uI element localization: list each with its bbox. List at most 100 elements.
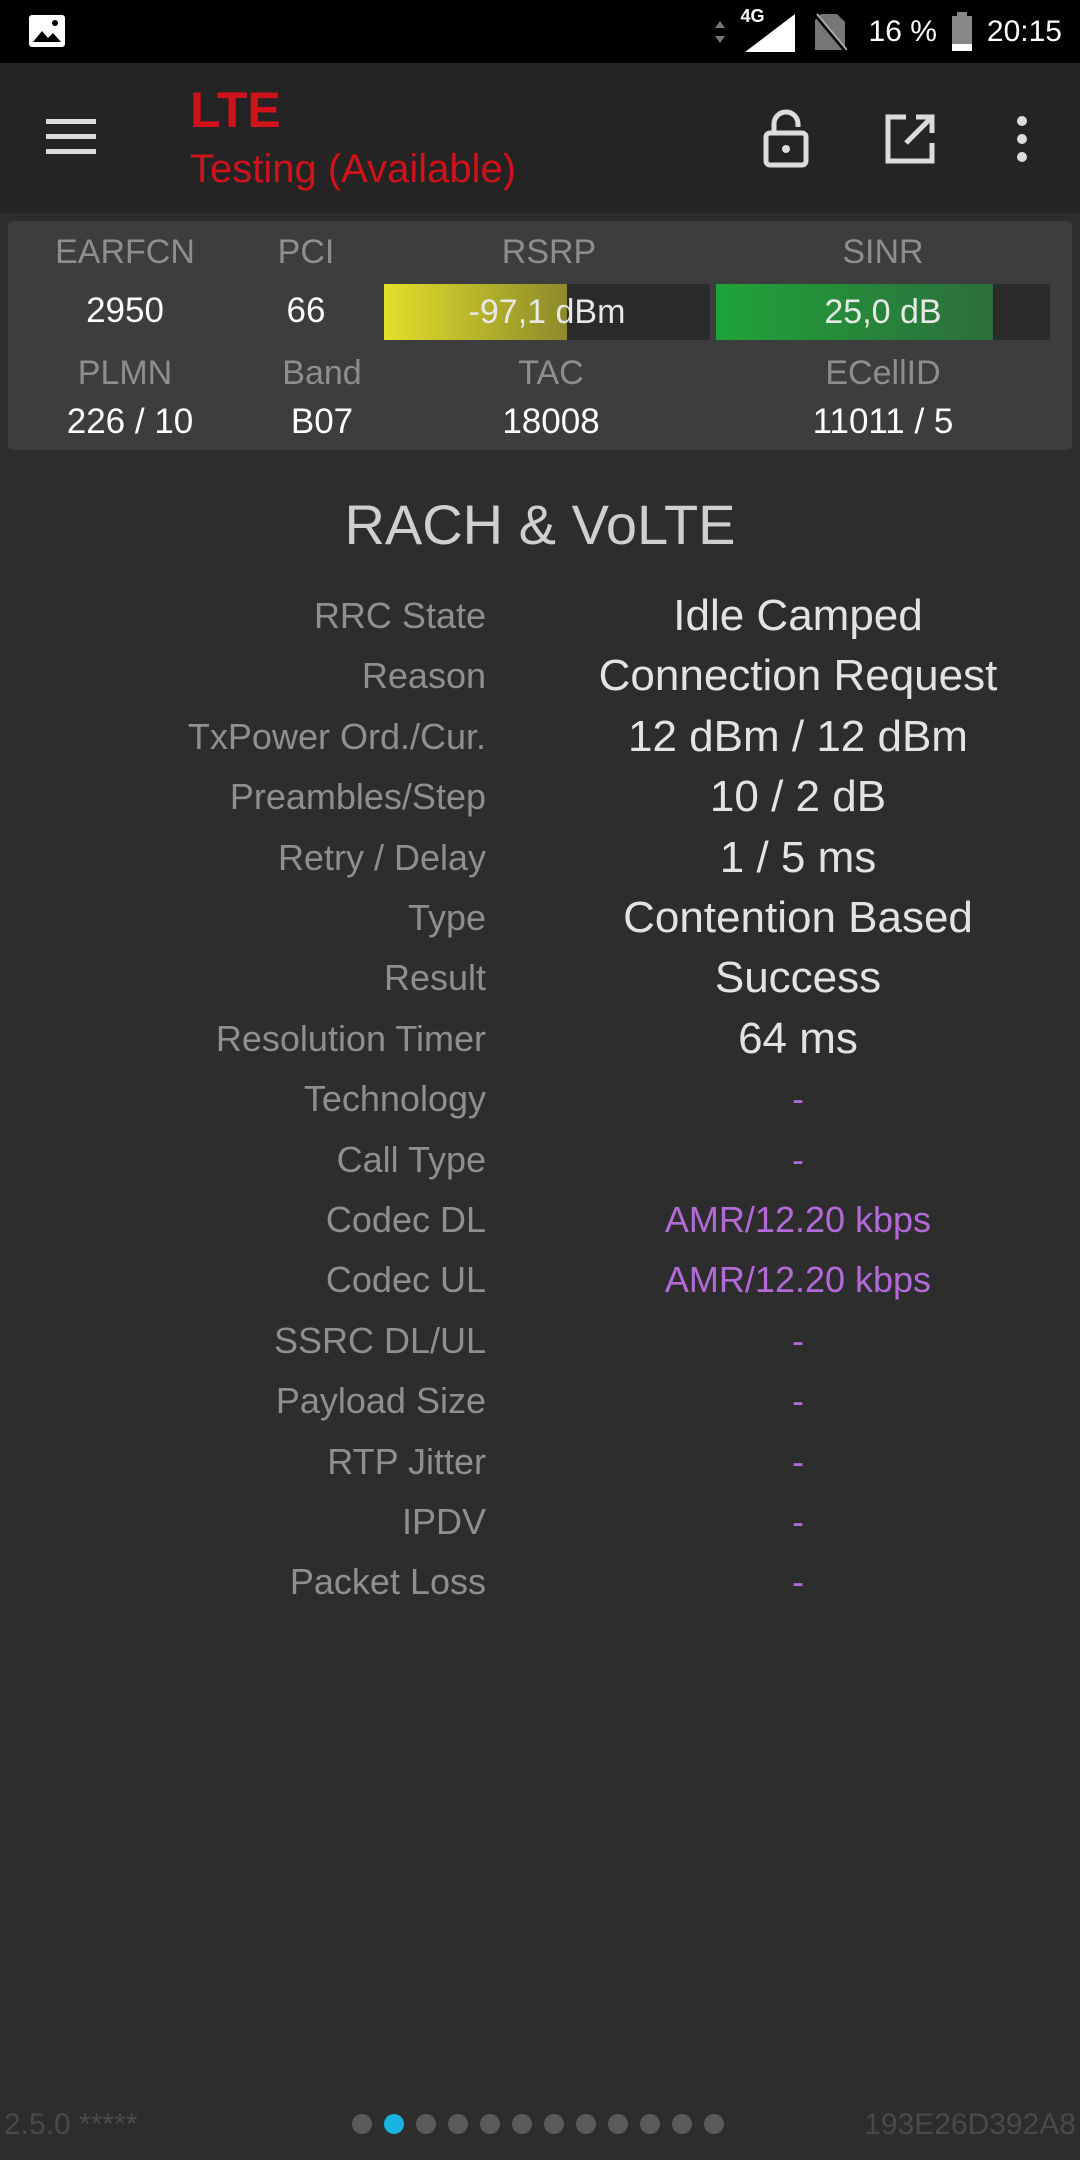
page-dot[interactable] xyxy=(352,2114,372,2134)
section-title: RACH & VoLTE xyxy=(344,493,736,556)
plmn-value: 226 / 10 xyxy=(66,402,194,441)
table-row: RTP Jitter - xyxy=(0,1432,1080,1492)
row-value: - xyxy=(792,1380,804,1422)
row-label: Codec UL xyxy=(325,1259,486,1301)
page-dot[interactable] xyxy=(544,2114,564,2134)
row-label: Type xyxy=(407,897,486,938)
page-subtitle: Testing (Available) xyxy=(190,147,517,191)
menu-icon[interactable] xyxy=(44,115,102,159)
table-row: Resolution Timer 64 ms xyxy=(0,1009,1080,1069)
row-value: 64 ms xyxy=(738,1013,858,1063)
status-bar: 4G 16 % 20:15 xyxy=(0,0,1080,63)
row-label: TxPower Ord./Cur. xyxy=(187,715,486,757)
row-label: Resolution Timer xyxy=(215,1017,486,1059)
pci-label: PCI xyxy=(277,233,335,271)
row-value: Contention Based xyxy=(623,893,973,942)
table-row: Codec UL AMR/12.20 kbps xyxy=(0,1250,1080,1310)
page-indicator[interactable] xyxy=(352,2114,724,2134)
page-title: LTE xyxy=(190,82,281,138)
plmn-label: PLMN xyxy=(77,354,173,392)
table-row: Call Type - xyxy=(0,1130,1080,1190)
app-version: 2.5.0 ***** xyxy=(4,2108,138,2141)
table-row: Codec DL AMR/12.20 kbps xyxy=(0,1190,1080,1250)
row-value: AMR/12.20 kbps xyxy=(664,1199,932,1240)
table-row: Type Contention Based xyxy=(0,888,1080,948)
sinr-label: SINR xyxy=(842,233,924,271)
app-bar: LTE Testing (Available) xyxy=(0,63,1080,213)
table-row: Result Success xyxy=(0,948,1080,1008)
table-row: Preambles/Step 10 / 2 dB xyxy=(0,767,1080,827)
row-label: Result xyxy=(383,957,486,999)
table-row: SSRC DL/UL - xyxy=(0,1311,1080,1371)
page-dot[interactable] xyxy=(512,2114,532,2134)
rsrp-bar: -97,1 dBm xyxy=(384,284,710,340)
sinr-bar: 25,0 dB xyxy=(716,284,1050,340)
page-dot[interactable] xyxy=(416,2114,436,2134)
unlock-icon[interactable] xyxy=(758,109,814,169)
page-dot[interactable] xyxy=(576,2114,596,2134)
table-row: Technology - xyxy=(0,1069,1080,1129)
row-label: Call Type xyxy=(336,1138,486,1180)
row-value: 12 dBm / 12 dBm xyxy=(628,711,968,761)
ecellid-value: 11011 / 5 xyxy=(812,402,954,441)
row-value: - xyxy=(792,1319,804,1361)
row-label: RRC State xyxy=(313,595,486,636)
table-row: TxPower Ord./Cur. 12 dBm / 12 dBm xyxy=(0,707,1080,767)
row-label: Retry / Delay xyxy=(277,836,486,878)
earfcn-label: EARFCN xyxy=(55,233,195,271)
rsrp-label: RSRP xyxy=(501,233,597,271)
band-label: Band xyxy=(282,354,362,392)
row-label: Codec DL xyxy=(325,1199,486,1240)
row-label: Packet Loss xyxy=(289,1561,486,1603)
clock: 20:15 xyxy=(986,14,1062,48)
ecellid-label: ECellID xyxy=(825,354,941,392)
row-value: - xyxy=(792,1501,804,1542)
battery-icon xyxy=(951,11,972,51)
row-label: SSRC DL/UL xyxy=(273,1319,486,1361)
row-label: Payload Size xyxy=(275,1380,486,1422)
open-in-new-icon[interactable] xyxy=(882,109,938,169)
page-dot[interactable] xyxy=(384,2114,404,2134)
row-value: Success xyxy=(714,953,882,1003)
band-value: B07 xyxy=(290,402,354,441)
row-value: AMR/12.20 kbps xyxy=(664,1259,932,1301)
device-id: 193E26D392A8 xyxy=(864,2108,1076,2141)
tac-label: TAC xyxy=(518,354,584,392)
pci-value: 66 xyxy=(286,291,326,330)
row-label: Technology xyxy=(303,1078,486,1120)
row-value: - xyxy=(792,1138,804,1180)
row-value: 1 / 5 ms xyxy=(719,832,877,882)
no-sim-icon xyxy=(812,12,847,51)
table-row: RRC State Idle Camped xyxy=(0,586,1080,646)
network-type: 4G xyxy=(740,5,765,26)
page-dot[interactable] xyxy=(672,2114,692,2134)
more-vert-icon[interactable] xyxy=(1004,109,1040,169)
row-value: Idle Camped xyxy=(673,591,923,640)
row-label: Reason xyxy=(361,655,486,697)
page-dot[interactable] xyxy=(448,2114,468,2134)
table-row: Reason Connection Request xyxy=(0,646,1080,706)
page-dot[interactable] xyxy=(480,2114,500,2134)
cell-info-panel: EARFCN PCI RSRP SINR 2950 66 -97,1 dBm 2… xyxy=(8,221,1072,450)
rsrp-value: -97,1 dBm xyxy=(468,293,626,331)
table-row: Payload Size - xyxy=(0,1371,1080,1431)
row-label: IPDV xyxy=(401,1501,486,1542)
sinr-value: 25,0 dB xyxy=(824,293,942,331)
row-value: Connection Request xyxy=(598,651,998,701)
row-label: Preambles/Step xyxy=(229,776,486,818)
data-arrows-icon xyxy=(714,20,725,43)
table-row: IPDV - xyxy=(0,1492,1080,1552)
row-value: - xyxy=(792,1078,804,1120)
table-row: Retry / Delay 1 / 5 ms xyxy=(0,828,1080,888)
row-label: RTP Jitter xyxy=(327,1440,486,1482)
image-notification-icon xyxy=(29,15,65,47)
table-row: Packet Loss - xyxy=(0,1552,1080,1612)
page-dot[interactable] xyxy=(640,2114,660,2134)
page-dot[interactable] xyxy=(608,2114,628,2134)
row-value: - xyxy=(792,1440,804,1482)
page-dot[interactable] xyxy=(704,2114,724,2134)
battery-percent: 16 % xyxy=(868,14,937,48)
cell-signal-icon: 4G xyxy=(741,6,799,54)
earfcn-value: 2950 xyxy=(86,291,164,330)
row-value: - xyxy=(792,1561,804,1603)
